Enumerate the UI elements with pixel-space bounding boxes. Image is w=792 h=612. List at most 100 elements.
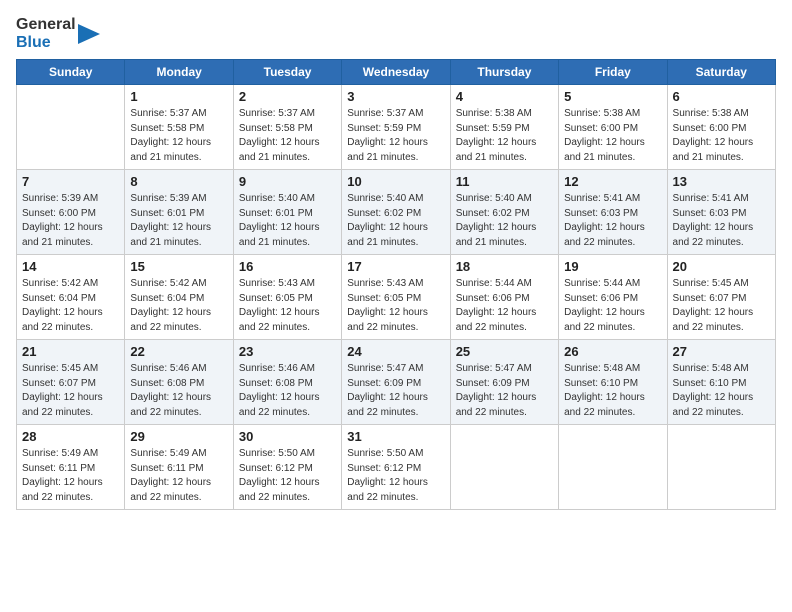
- day-info: Sunrise: 5:37 AMSunset: 5:59 PMDaylight:…: [347, 107, 444, 165]
- day-info: Sunrise: 5:42 AMSunset: 6:04 PMDaylight:…: [22, 277, 119, 335]
- calendar-cell: 3 Sunrise: 5:37 AMSunset: 5:59 PMDaylight…: [342, 85, 450, 170]
- calendar-cell: 11 Sunrise: 5:40 AMSunset: 6:02 PMDayligh…: [450, 170, 558, 255]
- calendar-cell: 29 Sunrise: 5:49 AMSunset: 6:11 PMDayligh…: [125, 425, 233, 510]
- calendar-week-4: 21 Sunrise: 5:45 AMSunset: 6:07 PMDayligh…: [17, 340, 776, 425]
- day-number: 31: [347, 429, 444, 444]
- calendar-cell: 20 Sunrise: 5:45 AMSunset: 6:07 PMDayligh…: [667, 255, 775, 340]
- day-header-thursday: Thursday: [450, 60, 558, 85]
- day-info: Sunrise: 5:50 AMSunset: 6:12 PMDaylight:…: [347, 447, 444, 505]
- day-header-wednesday: Wednesday: [342, 60, 450, 85]
- calendar-cell: [450, 425, 558, 510]
- day-number: 20: [673, 259, 770, 274]
- day-number: 19: [564, 259, 661, 274]
- day-number: 5: [564, 89, 661, 104]
- day-number: 16: [239, 259, 336, 274]
- calendar-cell: 1 Sunrise: 5:37 AMSunset: 5:58 PMDaylight…: [125, 85, 233, 170]
- day-number: 7: [22, 174, 119, 189]
- day-number: 4: [456, 89, 553, 104]
- day-info: Sunrise: 5:45 AMSunset: 6:07 PMDaylight:…: [22, 362, 119, 420]
- calendar-cell: 22Sunrise: 5:46 AMSunset: 6:08 PMDayligh…: [125, 340, 233, 425]
- day-info: Sunrise: 5:43 AMSunset: 6:05 PMDaylight:…: [347, 277, 444, 335]
- logo: General Blue: [16, 16, 100, 51]
- day-number: 28: [22, 429, 119, 444]
- calendar-cell: 15Sunrise: 5:42 AMSunset: 6:04 PMDayligh…: [125, 255, 233, 340]
- day-number: 1: [130, 89, 227, 104]
- day-number: 22: [130, 344, 227, 359]
- day-header-sunday: Sunday: [17, 60, 125, 85]
- day-info: Sunrise: 5:40 AMSunset: 6:02 PMDaylight:…: [456, 192, 553, 250]
- day-header-saturday: Saturday: [667, 60, 775, 85]
- calendar-cell: 5 Sunrise: 5:38 AMSunset: 6:00 PMDaylight…: [559, 85, 667, 170]
- day-number: 12: [564, 174, 661, 189]
- days-row: SundayMondayTuesdayWednesdayThursdayFrid…: [17, 60, 776, 85]
- logo-graphic: General Blue: [16, 16, 100, 51]
- calendar-cell: 7 Sunrise: 5:39 AMSunset: 6:00 PMDaylight…: [17, 170, 125, 255]
- day-number: 14: [22, 259, 119, 274]
- day-info: Sunrise: 5:48 AMSunset: 6:10 PMDaylight:…: [673, 362, 770, 420]
- calendar-cell: 17 Sunrise: 5:43 AMSunset: 6:05 PMDayligh…: [342, 255, 450, 340]
- day-info: Sunrise: 5:38 AMSunset: 6:00 PMDaylight:…: [564, 107, 661, 165]
- calendar-cell: 26Sunrise: 5:48 AMSunset: 6:10 PMDayligh…: [559, 340, 667, 425]
- day-info: Sunrise: 5:37 AMSunset: 5:58 PMDaylight:…: [239, 107, 336, 165]
- day-info: Sunrise: 5:44 AMSunset: 6:06 PMDaylight:…: [564, 277, 661, 335]
- calendar-week-2: 7 Sunrise: 5:39 AMSunset: 6:00 PMDaylight…: [17, 170, 776, 255]
- calendar-cell: 2 Sunrise: 5:37 AMSunset: 5:58 PMDaylight…: [233, 85, 341, 170]
- calendar-cell: 28 Sunrise: 5:49 AMSunset: 6:11 PMDayligh…: [17, 425, 125, 510]
- page-header: General Blue: [16, 16, 776, 51]
- day-info: Sunrise: 5:41 AMSunset: 6:03 PMDaylight:…: [564, 192, 661, 250]
- calendar-week-3: 14 Sunrise: 5:42 AMSunset: 6:04 PMDayligh…: [17, 255, 776, 340]
- day-info: Sunrise: 5:42 AMSunset: 6:04 PMDaylight:…: [130, 277, 227, 335]
- day-number: 8: [130, 174, 227, 189]
- day-header-friday: Friday: [559, 60, 667, 85]
- day-number: 11: [456, 174, 553, 189]
- day-header-tuesday: Tuesday: [233, 60, 341, 85]
- calendar-cell: 27 Sunrise: 5:48 AMSunset: 6:10 PMDayligh…: [667, 340, 775, 425]
- day-info: Sunrise: 5:50 AMSunset: 6:12 PMDaylight:…: [239, 447, 336, 505]
- day-info: Sunrise: 5:49 AMSunset: 6:11 PMDaylight:…: [22, 447, 119, 505]
- calendar-week-1: 1 Sunrise: 5:37 AMSunset: 5:58 PMDaylight…: [17, 85, 776, 170]
- day-number: 17: [347, 259, 444, 274]
- day-number: 24: [347, 344, 444, 359]
- day-number: 27: [673, 344, 770, 359]
- day-number: 13: [673, 174, 770, 189]
- day-info: Sunrise: 5:41 AMSunset: 6:03 PMDaylight:…: [673, 192, 770, 250]
- day-info: Sunrise: 5:47 AMSunset: 6:09 PMDaylight:…: [347, 362, 444, 420]
- calendar-cell: 13 Sunrise: 5:41 AMSunset: 6:03 PMDayligh…: [667, 170, 775, 255]
- day-info: Sunrise: 5:38 AMSunset: 5:59 PMDaylight:…: [456, 107, 553, 165]
- calendar-week-5: 28 Sunrise: 5:49 AMSunset: 6:11 PMDayligh…: [17, 425, 776, 510]
- day-number: 30: [239, 429, 336, 444]
- calendar-cell: [559, 425, 667, 510]
- day-info: Sunrise: 5:43 AMSunset: 6:05 PMDaylight:…: [239, 277, 336, 335]
- day-number: 3: [347, 89, 444, 104]
- calendar-cell: 8Sunrise: 5:39 AMSunset: 6:01 PMDaylight…: [125, 170, 233, 255]
- day-info: Sunrise: 5:40 AMSunset: 6:01 PMDaylight:…: [239, 192, 336, 250]
- calendar-body: 1 Sunrise: 5:37 AMSunset: 5:58 PMDaylight…: [17, 85, 776, 510]
- logo-icon: [78, 20, 100, 48]
- day-header-monday: Monday: [125, 60, 233, 85]
- day-number: 9: [239, 174, 336, 189]
- day-info: Sunrise: 5:47 AMSunset: 6:09 PMDaylight:…: [456, 362, 553, 420]
- calendar-cell: [667, 425, 775, 510]
- day-number: 18: [456, 259, 553, 274]
- calendar-cell: 18 Sunrise: 5:44 AMSunset: 6:06 PMDayligh…: [450, 255, 558, 340]
- calendar-cell: 31 Sunrise: 5:50 AMSunset: 6:12 PMDayligh…: [342, 425, 450, 510]
- day-number: 21: [22, 344, 119, 359]
- day-number: 2: [239, 89, 336, 104]
- day-info: Sunrise: 5:46 AMSunset: 6:08 PMDaylight:…: [239, 362, 336, 420]
- logo-general: General: [16, 16, 76, 34]
- calendar-cell: 25Sunrise: 5:47 AMSunset: 6:09 PMDayligh…: [450, 340, 558, 425]
- calendar-cell: 19 Sunrise: 5:44 AMSunset: 6:06 PMDayligh…: [559, 255, 667, 340]
- day-info: Sunrise: 5:37 AMSunset: 5:58 PMDaylight:…: [130, 107, 227, 165]
- calendar-cell: 21 Sunrise: 5:45 AMSunset: 6:07 PMDayligh…: [17, 340, 125, 425]
- day-info: Sunrise: 5:44 AMSunset: 6:06 PMDaylight:…: [456, 277, 553, 335]
- calendar-cell: 12 Sunrise: 5:41 AMSunset: 6:03 PMDayligh…: [559, 170, 667, 255]
- day-info: Sunrise: 5:45 AMSunset: 6:07 PMDaylight:…: [673, 277, 770, 335]
- day-info: Sunrise: 5:49 AMSunset: 6:11 PMDaylight:…: [130, 447, 227, 505]
- day-info: Sunrise: 5:39 AMSunset: 6:00 PMDaylight:…: [22, 192, 119, 250]
- calendar-cell: 30 Sunrise: 5:50 AMSunset: 6:12 PMDayligh…: [233, 425, 341, 510]
- calendar-cell: 4 Sunrise: 5:38 AMSunset: 5:59 PMDaylight…: [450, 85, 558, 170]
- calendar-cell: 14 Sunrise: 5:42 AMSunset: 6:04 PMDayligh…: [17, 255, 125, 340]
- calendar-cell: 23Sunrise: 5:46 AMSunset: 6:08 PMDayligh…: [233, 340, 341, 425]
- day-number: 29: [130, 429, 227, 444]
- calendar-cell: 9 Sunrise: 5:40 AMSunset: 6:01 PMDaylight…: [233, 170, 341, 255]
